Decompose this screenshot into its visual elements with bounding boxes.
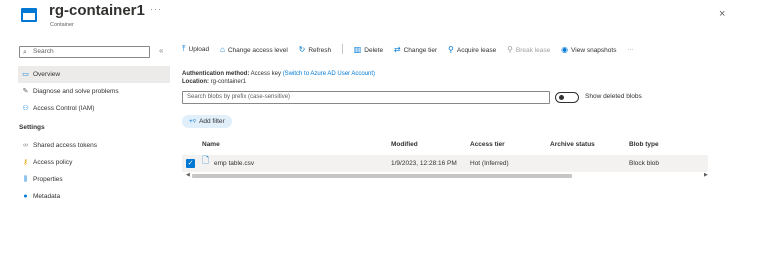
row-checkbox[interactable]: ✓ [186, 159, 195, 168]
file-icon: 🗋 [202, 155, 210, 165]
key-icon: ⚷ [22, 159, 29, 166]
sidebar-item-access-policy[interactable]: ⚷ Access policy [18, 154, 170, 171]
show-deleted-label: Show deleted blobs [585, 93, 642, 100]
iam-icon: ⚇ [22, 105, 29, 112]
upload-icon: ⤒ [182, 44, 186, 53]
collapse-sidebar-icon[interactable]: « [159, 46, 163, 55]
sidebar-item-label: Metadata [33, 193, 61, 200]
scroll-left-icon[interactable]: ◀ [186, 172, 190, 178]
eye-icon: ◉ [561, 44, 569, 54]
access-tier-cell: Hot (Inferred) [470, 160, 509, 167]
delete-button[interactable]: ▥ Delete [354, 45, 383, 54]
toggle-knob [559, 95, 564, 100]
change-access-level-label: Change access level [227, 46, 288, 54]
break-lease-button[interactable]: ⚲ Break lease [507, 45, 550, 54]
page-subtitle: Container [50, 22, 74, 28]
blob-table: Name Modified Access tier Archive status… [182, 141, 708, 180]
sidebar-item-label: Overview [33, 71, 61, 78]
upload-label: Upload [188, 46, 210, 53]
blade-header: rg-container1 Container ··· × [0, 0, 768, 40]
column-header-archive-status[interactable]: Archive status [550, 141, 595, 148]
main-content: ⤒ Upload ⌂ Change access level ↻ Refresh ▥ D… [182, 44, 722, 180]
info-icon: ● [23, 193, 28, 200]
scroll-right-icon[interactable]: ▶ [704, 172, 708, 178]
location-value: rg-container1 [210, 79, 247, 85]
settings-section-heading: Settings [19, 124, 45, 131]
overview-icon: ▭ [22, 71, 29, 78]
show-deleted-toggle[interactable] [555, 92, 579, 103]
change-tier-button[interactable]: ⇄ Change tier [394, 45, 437, 54]
delete-label: Delete [364, 46, 384, 54]
sidebar-item-shared-access-tokens[interactable]: ∞ Shared access tokens [18, 137, 170, 154]
properties-icon: ⫼ [23, 176, 28, 183]
add-filter-label: Add filter [199, 118, 225, 125]
search-placeholder: Search [33, 48, 54, 55]
sidebar-item-overview[interactable]: ▭ Overview [18, 66, 170, 83]
wrench-icon: ✎ [22, 88, 29, 95]
more-options-icon[interactable]: ··· [150, 4, 162, 14]
sidebar-item-label: Properties [33, 176, 63, 183]
change-tier-label: Change tier [403, 46, 438, 54]
upload-button[interactable]: ⤒ Upload [182, 44, 209, 54]
blob-type-cell: Block blob [629, 160, 659, 167]
view-snapshots-label: View snapshots [571, 46, 617, 54]
acquire-lease-icon: ⚲ [448, 44, 454, 54]
add-filter-icon: +▿ [189, 118, 197, 125]
acquire-lease-label: Acquire lease [456, 46, 497, 54]
link-icon: ∞ [23, 142, 28, 149]
sidebar-item-properties[interactable]: ⫼ Properties [18, 171, 170, 188]
break-lease-icon: ⚲ [507, 44, 513, 54]
column-header-modified[interactable]: Modified [391, 141, 418, 148]
column-header-access-tier[interactable]: Access tier [470, 141, 505, 148]
blob-name-link[interactable]: emp table.csv [214, 155, 254, 172]
table-row[interactable]: ✓ 🗋 emp table.csv 1/9/2023, 12:28:16 PM … [182, 155, 708, 172]
sidebar-item-label: Access Control (IAM) [33, 105, 95, 112]
close-icon[interactable]: × [719, 8, 725, 20]
switch-auth-link[interactable]: (Switch to Azure AD User Account) [283, 71, 375, 77]
view-snapshots-button[interactable]: ◉ View snapshots [561, 45, 616, 54]
sidebar: ⌕ Search « ▭ Overview ✎ Diagnose and sol… [18, 46, 170, 205]
horizontal-scrollbar[interactable]: ◀ ▶ [182, 172, 708, 180]
sidebar-item-label: Access policy [33, 159, 73, 166]
add-filter-button[interactable]: +▿ Add filter [182, 115, 232, 128]
change-access-level-button[interactable]: ⌂ Change access level [220, 45, 288, 54]
table-header: Name Modified Access tier Archive status… [182, 141, 708, 155]
command-bar: ⤒ Upload ⌂ Change access level ↻ Refresh ▥ D… [182, 44, 722, 60]
trash-icon: ▥ [353, 44, 362, 54]
page-title: rg-container1 [49, 2, 145, 19]
acquire-lease-button[interactable]: ⚲ Acquire lease [448, 45, 496, 54]
auth-method-label: Authentication method: [182, 71, 250, 77]
refresh-label: Refresh [308, 46, 332, 54]
location-label: Location: [182, 79, 209, 85]
lock-icon: ⌂ [219, 44, 225, 54]
scrollbar-thumb[interactable] [192, 174, 572, 178]
blob-prefix-search-input[interactable]: Search blobs by prefix (case-sensitive) [182, 91, 550, 104]
sidebar-item-label: Diagnose and solve problems [33, 88, 119, 95]
sidebar-item-diagnose[interactable]: ✎ Diagnose and solve problems [18, 83, 170, 100]
more-commands-icon[interactable]: ··· [627, 46, 634, 53]
break-lease-label: Break lease [515, 46, 551, 54]
sidebar-item-iam[interactable]: ⚇ Access Control (IAM) [18, 100, 170, 117]
toolbar-divider [341, 44, 343, 54]
search-icon: ⌕ [23, 49, 27, 56]
auth-method-value: Access key [250, 71, 282, 77]
sidebar-item-label: Shared access tokens [33, 142, 97, 149]
swap-icon: ⇄ [393, 44, 401, 54]
column-header-blob-type[interactable]: Blob type [629, 141, 659, 148]
container-icon [21, 8, 37, 22]
refresh-icon: ↻ [298, 44, 306, 54]
sidebar-item-metadata[interactable]: ● Metadata [18, 188, 170, 205]
sidebar-search-input[interactable]: ⌕ Search [19, 46, 150, 58]
column-header-name[interactable]: Name [202, 141, 220, 148]
refresh-button[interactable]: ↻ Refresh [299, 45, 331, 54]
auth-info: Authentication method: Access key (Switc… [182, 70, 722, 86]
modified-cell: 1/9/2023, 12:28:16 PM [391, 160, 457, 167]
